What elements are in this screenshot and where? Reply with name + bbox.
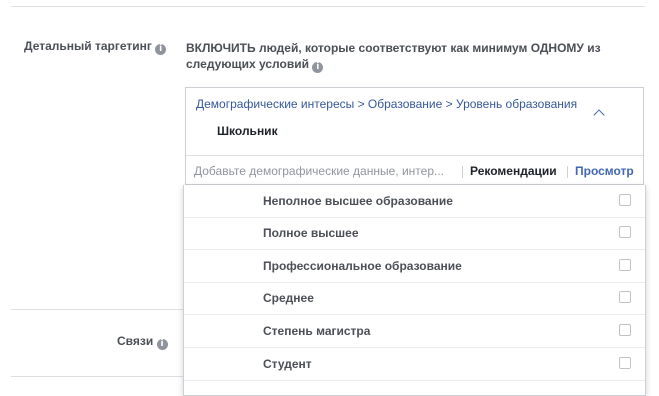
targeting-search-bar: Рекомендации Просмотр xyxy=(186,155,643,186)
detailed-targeting-text: Детальный таргетинг xyxy=(24,39,152,53)
connections-text: Связи xyxy=(117,334,154,348)
dropdown-option[interactable]: Профессиональное образование xyxy=(184,250,645,283)
top-divider xyxy=(11,6,645,7)
dropdown-option[interactable]: Полное высшее xyxy=(184,217,645,250)
chevron-up-icon xyxy=(593,109,605,121)
option-label: Степень магистра xyxy=(263,324,371,338)
targeting-description-text: ВКЛЮЧИТЬ людей, которые соответствуют ка… xyxy=(186,41,601,71)
dropdown-option[interactable]: Степень магистра xyxy=(184,315,645,348)
dropdown-option[interactable]: Неполное высшее образование xyxy=(184,185,645,218)
info-icon[interactable]: i xyxy=(156,339,168,350)
option-checkbox[interactable] xyxy=(619,357,631,369)
dropdown-option[interactable]: Среднее xyxy=(184,282,645,315)
breadcrumb[interactable]: Демографические интересы > Образование >… xyxy=(196,97,577,111)
browse-dropdown: Неполное высшее образование Полное высше… xyxy=(183,185,646,396)
info-icon[interactable]: i xyxy=(312,62,324,73)
detailed-targeting-label: Детальный таргетинг i xyxy=(24,39,167,55)
option-checkbox[interactable] xyxy=(619,259,631,271)
connections-label: Связи i xyxy=(117,334,168,350)
separator xyxy=(567,166,568,178)
option-label: Полное высшее xyxy=(263,226,359,240)
option-label: Профессиональное образование xyxy=(263,259,462,273)
option-checkbox[interactable] xyxy=(619,291,631,303)
targeting-description: ВКЛЮЧИТЬ людей, которые соответствуют ка… xyxy=(186,40,626,73)
info-icon[interactable]: i xyxy=(155,44,167,55)
targeting-box: Демографические интересы > Образование >… xyxy=(185,87,644,186)
bottom-divider xyxy=(11,376,183,377)
section-divider xyxy=(11,309,183,310)
option-label: Среднее xyxy=(263,291,314,305)
option-label: Неполное высшее образование xyxy=(263,194,453,208)
option-checkbox[interactable] xyxy=(619,194,631,206)
separator xyxy=(462,166,463,178)
option-checkbox[interactable] xyxy=(619,226,631,238)
selected-targeting-item[interactable]: Школьник xyxy=(217,124,278,138)
option-label: Студент xyxy=(263,357,312,371)
dropdown-option[interactable]: Студент xyxy=(184,348,645,381)
targeting-search-input[interactable] xyxy=(194,156,459,186)
browse-button[interactable]: Просмотр xyxy=(575,164,634,178)
option-checkbox[interactable] xyxy=(619,324,631,336)
recommendations-button[interactable]: Рекомендации xyxy=(470,164,557,178)
